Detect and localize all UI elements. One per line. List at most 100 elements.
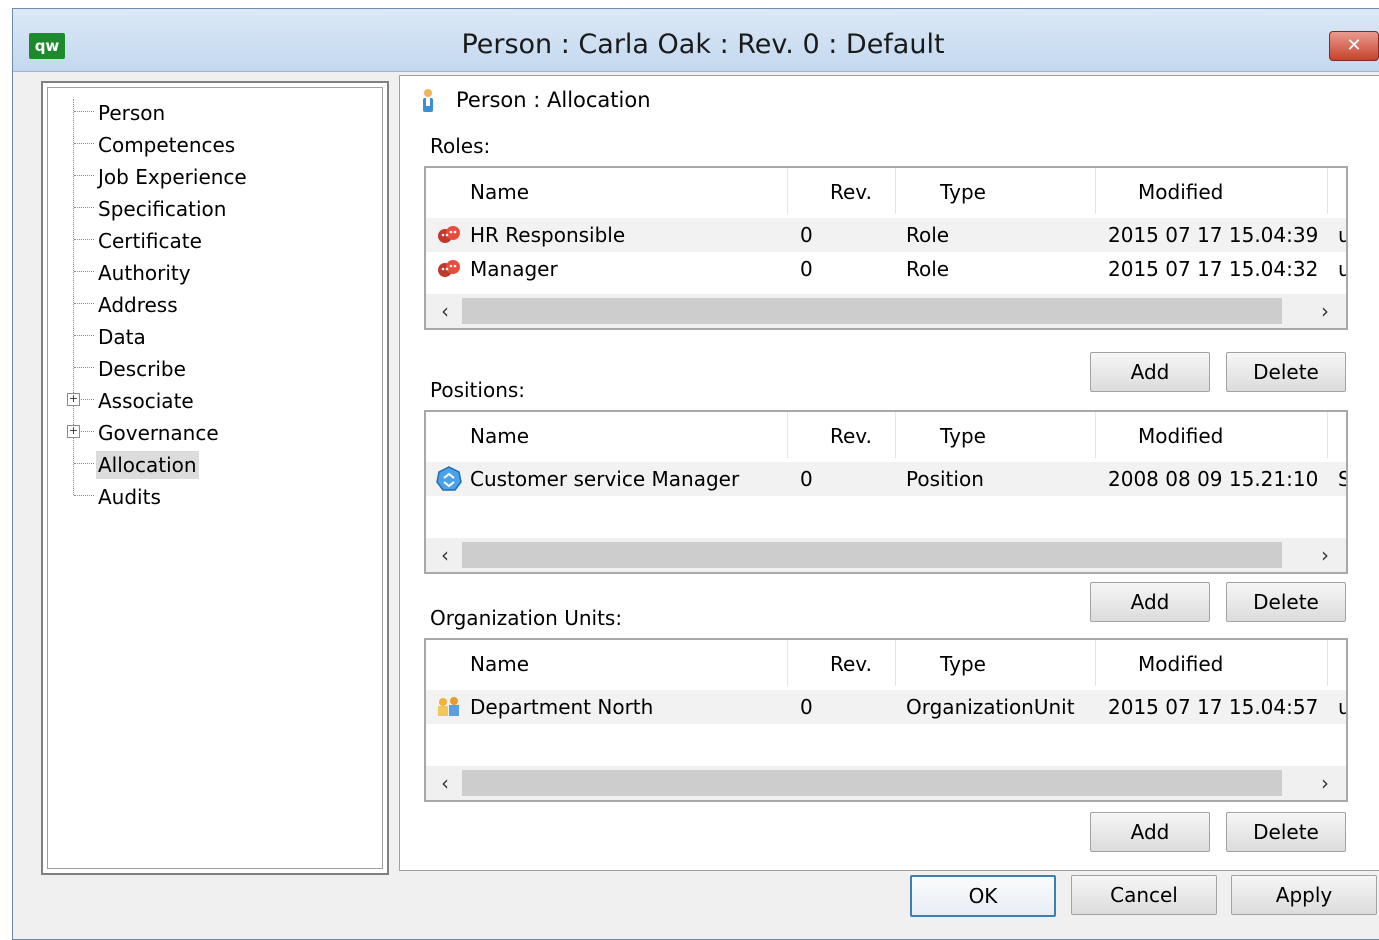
roles-row[interactable]: HR Responsible 0 Role 2015 07 17 15.04:39 u: [426, 218, 1346, 252]
tree-item-associate[interactable]: Associate: [96, 387, 196, 415]
scroll-left-icon[interactable]: ‹: [430, 766, 460, 800]
positions-row[interactable]: Customer service Manager 0 Position 2008 08…: [426, 462, 1346, 496]
tree-connector: [74, 303, 94, 304]
tree-connector: [74, 143, 94, 144]
positions-cell-type: Position: [906, 467, 984, 491]
org-units-cell-type: OrganizationUnit: [906, 695, 1075, 719]
role-masks-icon: [436, 222, 462, 256]
scroll-right-icon[interactable]: ›: [1310, 538, 1340, 572]
org-units-label: Organization Units:: [430, 606, 623, 630]
tree-item-governance[interactable]: Governance: [96, 419, 221, 447]
roles-cell-name: Manager: [470, 257, 558, 281]
roles-header: Name Rev. Type Modified: [426, 168, 1346, 214]
navigation-tree[interactable]: Person Competences Job Experience Specifica…: [41, 81, 389, 875]
tree-item-authority[interactable]: Authority: [96, 259, 193, 287]
roles-cell-rev: 0: [800, 257, 813, 281]
roles-column-type[interactable]: Type: [896, 168, 1096, 214]
org-units-row[interactable]: Department North 0 OrganizationUnit 2015 07…: [426, 690, 1346, 724]
org-units-add-button[interactable]: Add: [1090, 812, 1210, 852]
position-icon: [436, 466, 462, 502]
roles-cell-name: HR Responsible: [470, 223, 626, 247]
tree-connector: [74, 175, 94, 176]
org-units-column-type[interactable]: Type: [896, 640, 1096, 686]
tree-connector: [74, 111, 94, 112]
scroll-thumb[interactable]: [462, 298, 1282, 324]
expand-plus-icon[interactable]: +: [67, 425, 80, 438]
title-bar[interactable]: qw Person : Carla Oak : Rev. 0 : Default…: [13, 9, 1379, 72]
positions-cell-extra: S: [1338, 462, 1346, 496]
org-units-header: Name Rev. Type Modified: [426, 640, 1346, 686]
positions-label: Positions:: [430, 378, 526, 402]
roles-cell-type: Role: [906, 257, 950, 281]
tree-item-allocation[interactable]: Allocation: [96, 451, 199, 479]
positions-cell-modified: 2008 08 09 15.21:10: [1108, 467, 1319, 491]
scroll-right-icon[interactable]: ›: [1310, 294, 1340, 328]
tree-connector: [74, 207, 94, 208]
roles-column-rev[interactable]: Rev.: [788, 168, 896, 214]
close-button[interactable]: ✕: [1329, 31, 1379, 61]
panel-title: Person : Allocation: [456, 88, 651, 112]
scroll-right-icon[interactable]: ›: [1310, 766, 1340, 800]
org-units-column-name[interactable]: Name: [426, 640, 788, 686]
roles-cell-rev: 0: [800, 223, 813, 247]
roles-column-name[interactable]: Name: [426, 168, 788, 214]
roles-add-button[interactable]: Add: [1090, 352, 1210, 392]
ok-button[interactable]: OK: [910, 875, 1056, 917]
positions-header: Name Rev. Type Modified: [426, 412, 1346, 458]
tree-connector: [74, 495, 94, 496]
roles-column-modified[interactable]: Modified: [1096, 168, 1328, 214]
positions-column-name[interactable]: Name: [426, 412, 788, 458]
tree-item-address[interactable]: Address: [96, 291, 180, 319]
org-units-delete-button[interactable]: Delete: [1226, 812, 1346, 852]
person-icon: [423, 89, 433, 112]
roles-cell-type: Role: [906, 223, 950, 247]
roles-delete-button[interactable]: Delete: [1226, 352, 1346, 392]
tree-connector: [74, 335, 94, 336]
cancel-button[interactable]: Cancel: [1071, 875, 1217, 915]
roles-horizontal-scrollbar[interactable]: ‹ ›: [426, 294, 1346, 328]
roles-list[interactable]: Name Rev. Type Modified HR Responsible 0 Role 2…: [424, 166, 1348, 330]
roles-row[interactable]: Manager 0 Role 2015 07 17 15.04:32 u: [426, 252, 1346, 286]
scroll-left-icon[interactable]: ‹: [430, 294, 460, 328]
scroll-thumb[interactable]: [462, 770, 1282, 796]
positions-cell-name: Customer service Manager: [470, 467, 740, 491]
org-units-list[interactable]: Name Rev. Type Modified Department North 0 Org…: [424, 638, 1348, 802]
roles-label: Roles:: [430, 134, 491, 158]
positions-cell-rev: 0: [800, 467, 813, 491]
org-units-cell-rev: 0: [800, 695, 813, 719]
roles-cell-extra: u: [1338, 252, 1346, 286]
positions-delete-button[interactable]: Delete: [1226, 582, 1346, 622]
roles-cell-modified: 2015 07 17 15.04:39: [1108, 223, 1319, 247]
expand-plus-icon[interactable]: +: [67, 393, 80, 406]
tree-connector: [74, 271, 94, 272]
positions-add-button[interactable]: Add: [1090, 582, 1210, 622]
tree-item-certificate[interactable]: Certificate: [96, 227, 204, 255]
roles-cell-modified: 2015 07 17 15.04:32: [1108, 257, 1319, 281]
scroll-left-icon[interactable]: ‹: [430, 538, 460, 572]
org-units-horizontal-scrollbar[interactable]: ‹ ›: [426, 766, 1346, 800]
positions-column-modified[interactable]: Modified: [1096, 412, 1328, 458]
role-masks-icon: [436, 256, 462, 290]
positions-list[interactable]: Name Rev. Type Modified Customer service Man…: [424, 410, 1348, 574]
positions-column-rev[interactable]: Rev.: [788, 412, 896, 458]
tree-item-specification[interactable]: Specification: [96, 195, 228, 223]
org-units-cell-modified: 2015 07 17 15.04:57: [1108, 695, 1319, 719]
tree-item-data[interactable]: Data: [96, 323, 148, 351]
org-units-cell-name: Department North: [470, 695, 654, 719]
dialog-window: qw Person : Carla Oak : Rev. 0 : Default…: [12, 8, 1379, 940]
tree-item-describe[interactable]: Describe: [96, 355, 188, 383]
org-unit-icon: [436, 694, 462, 728]
tree-connector: [74, 367, 94, 368]
window-title: Person : Carla Oak : Rev. 0 : Default: [461, 29, 945, 60]
tree-item-competences[interactable]: Competences: [96, 131, 237, 159]
tree-item-audits[interactable]: Audits: [96, 483, 163, 511]
scroll-thumb[interactable]: [462, 542, 1282, 568]
org-units-column-modified[interactable]: Modified: [1096, 640, 1328, 686]
tree-item-job-experience[interactable]: Job Experience: [96, 163, 249, 191]
tree-connector: [74, 463, 94, 464]
tree-item-person[interactable]: Person: [96, 99, 167, 127]
positions-horizontal-scrollbar[interactable]: ‹ ›: [426, 538, 1346, 572]
positions-column-type[interactable]: Type: [896, 412, 1096, 458]
org-units-column-rev[interactable]: Rev.: [788, 640, 896, 686]
apply-button[interactable]: Apply: [1231, 875, 1377, 915]
